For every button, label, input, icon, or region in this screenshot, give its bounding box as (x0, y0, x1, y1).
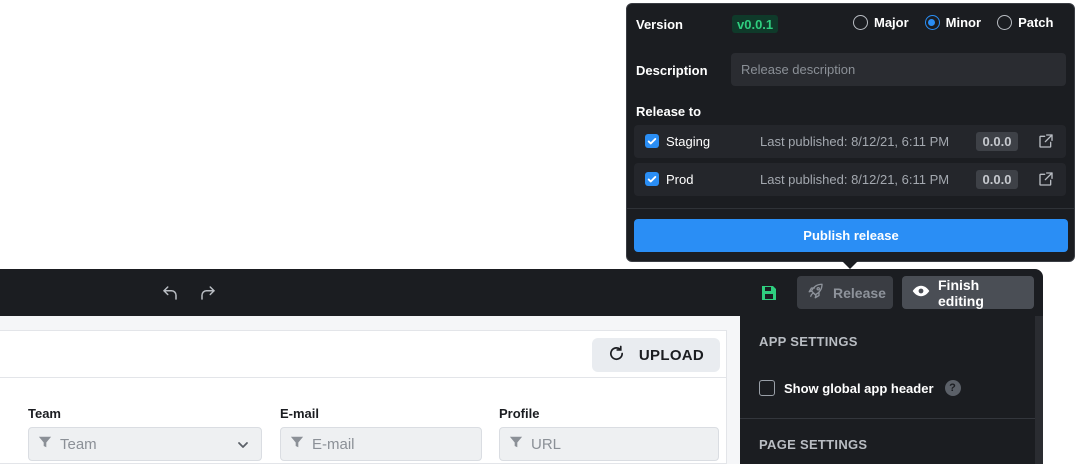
target-row-staging: Staging Last published: 8/12/21, 6:11 PM… (634, 125, 1066, 158)
settings-divider (740, 418, 1035, 419)
eye-icon (912, 282, 930, 303)
undo-icon[interactable] (158, 281, 182, 305)
release-to-label: Release to (636, 104, 702, 119)
show-global-header-label: Show global app header (784, 380, 934, 396)
email-filter-input[interactable]: E-mail (280, 427, 482, 461)
table-card: UPLOAD Team Team E-mail E-mail Profile U… (0, 330, 727, 464)
radio-patch-indicator[interactable] (997, 15, 1013, 30)
version-badge: v0.0.1 (732, 15, 779, 33)
show-global-header-checkbox[interactable] (759, 380, 775, 396)
popover-divider (627, 208, 1074, 209)
prod-last-published: Last published: 8/12/21, 6:11 PM (760, 172, 950, 187)
check-icon (647, 176, 657, 183)
version-label: Version (636, 17, 683, 32)
refresh-icon (608, 345, 625, 366)
show-global-header-row[interactable]: Show global app header ? (759, 380, 961, 396)
profile-placeholder: URL (531, 435, 562, 453)
check-icon (647, 138, 657, 145)
target-row-prod: Prod Last published: 8/12/21, 6:11 PM 0.… (634, 163, 1066, 196)
version-bump-group: Major Minor Patch (853, 15, 1053, 30)
release-button-label: Release (833, 284, 886, 301)
radio-patch-label: Patch (1018, 15, 1054, 30)
release-button[interactable]: Release (797, 276, 893, 309)
publish-release-button[interactable]: Publish release (634, 219, 1068, 252)
app-settings-heading: APP SETTINGS (759, 334, 858, 349)
radio-major-indicator[interactable] (853, 15, 868, 30)
email-placeholder: E-mail (312, 435, 355, 453)
staging-name: Staging (666, 134, 711, 149)
staging-version-badge: 0.0.0 (976, 132, 1018, 151)
radio-major[interactable]: Major (853, 15, 909, 30)
finish-editing-button[interactable]: Finish editing (902, 276, 1034, 309)
radio-patch[interactable]: Patch (997, 15, 1053, 30)
external-link-icon[interactable] (1038, 171, 1054, 192)
external-link-icon[interactable] (1038, 133, 1054, 154)
email-label: E-mail (280, 406, 320, 421)
filter-icon (290, 435, 304, 453)
description-label: Description (636, 63, 708, 78)
prod-version-badge: 0.0.0 (976, 170, 1018, 189)
card-header: UPLOAD (0, 331, 726, 378)
team-label: Team (28, 406, 61, 421)
release-popover: Version v0.0.1 Major Minor Patch Descrip… (626, 3, 1075, 262)
radio-minor-indicator[interactable] (924, 15, 940, 30)
finish-editing-label: Finish editing (938, 276, 984, 309)
popover-arrow (842, 261, 858, 269)
redo-icon[interactable] (196, 281, 220, 305)
upload-button[interactable]: UPLOAD (592, 338, 720, 372)
prod-name: Prod (666, 172, 694, 187)
chevron-down-icon (237, 438, 249, 455)
rocket-icon (807, 282, 825, 303)
canvas-area: UPLOAD Team Team E-mail E-mail Profile U… (0, 316, 740, 464)
app-root: Release Finish editing UPLOAD Team Team … (0, 0, 1080, 464)
settings-panel: APP SETTINGS Show global app header ? PA… (740, 316, 1035, 464)
radio-major-label: Major (874, 15, 909, 30)
radio-minor-label: Minor (945, 15, 982, 30)
radio-minor[interactable]: Minor (924, 15, 982, 30)
profile-filter-input[interactable]: URL (499, 427, 719, 461)
page-settings-heading: PAGE SETTINGS (759, 437, 868, 452)
team-placeholder: Team (60, 435, 97, 453)
filter-icon (509, 435, 523, 453)
editor-toolbar: Release Finish editing (0, 269, 1043, 316)
team-select[interactable]: Team (28, 427, 262, 461)
profile-label: Profile (499, 406, 540, 421)
description-input[interactable] (731, 53, 1066, 86)
upload-label: UPLOAD (638, 346, 705, 364)
settings-scrollbar[interactable] (1035, 316, 1043, 464)
save-icon[interactable] (757, 281, 781, 305)
filter-icon (38, 435, 52, 453)
help-icon[interactable]: ? (944, 380, 961, 396)
staging-last-published: Last published: 8/12/21, 6:11 PM (760, 134, 950, 149)
prod-checkbox[interactable] (645, 172, 659, 186)
staging-checkbox[interactable] (645, 134, 659, 148)
